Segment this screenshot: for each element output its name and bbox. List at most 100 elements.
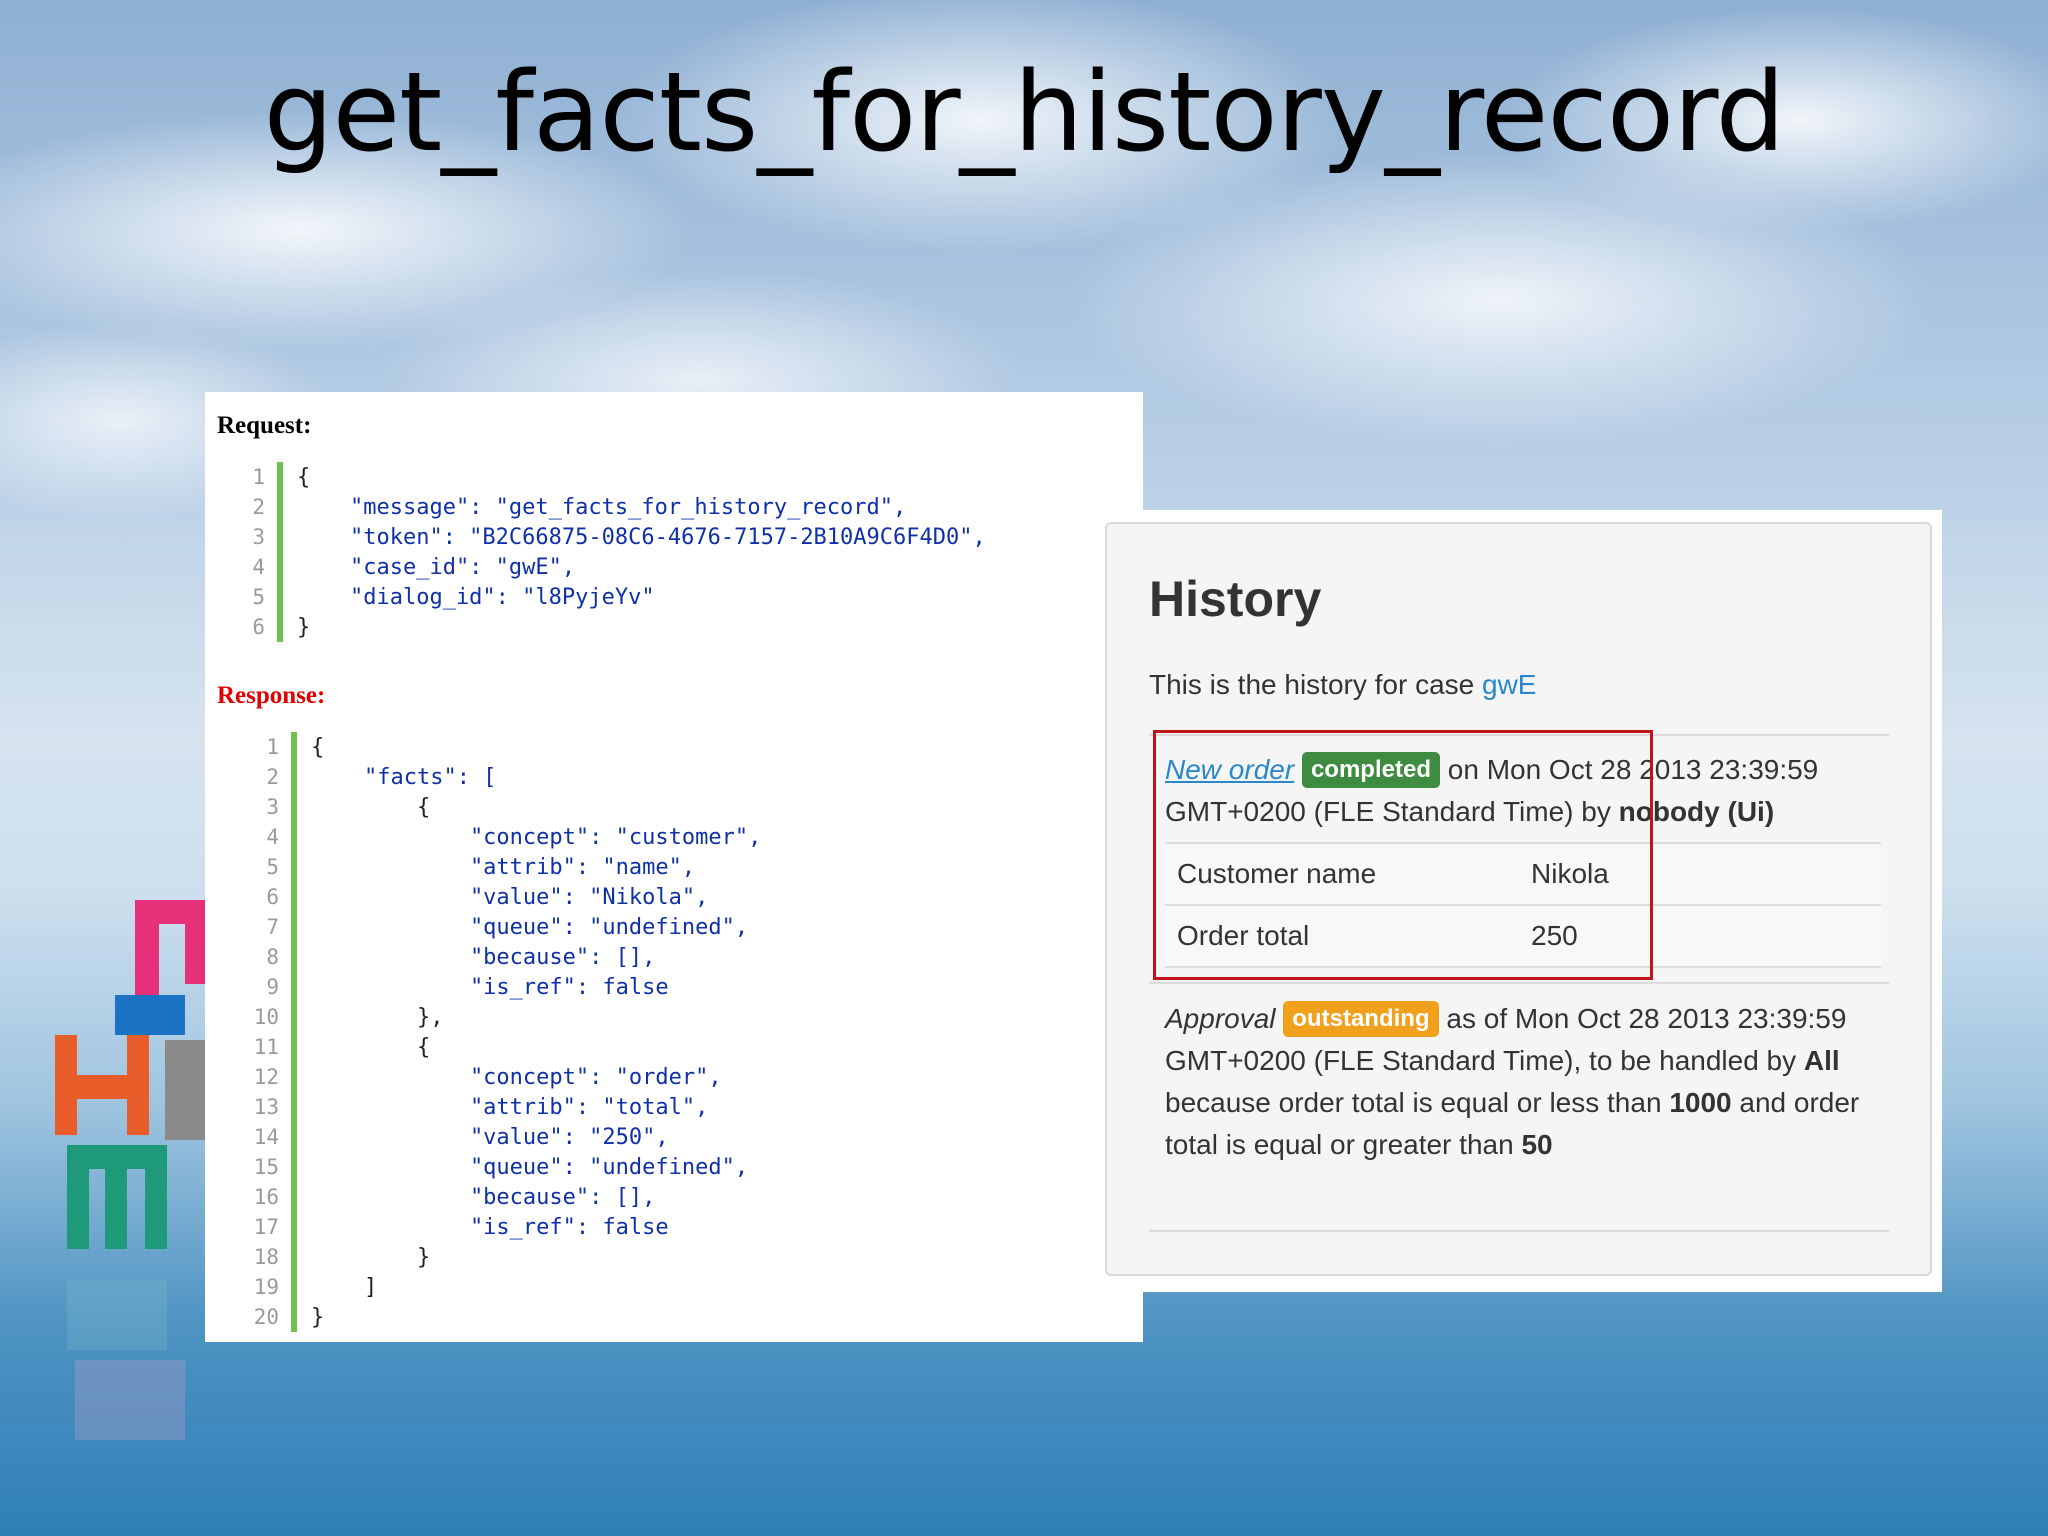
- code-text: }: [311, 1304, 325, 1330]
- code-gutter: [291, 942, 297, 972]
- divider: [1149, 982, 1889, 984]
- line-number: 3: [252, 525, 265, 549]
- code-line: 5 "dialog_id": "l8PyjeYv": [225, 582, 986, 612]
- code-gutter: [291, 882, 297, 912]
- line-number: 16: [253, 1185, 279, 1209]
- code-text: "value": "250",: [311, 1124, 669, 1150]
- code-line: 16 "because": [],: [239, 1182, 761, 1212]
- line-number: 1: [266, 735, 279, 759]
- code-line: 2 "message": "get_facts_for_history_reco…: [225, 492, 986, 522]
- line-number: 17: [253, 1215, 279, 1239]
- code-line: 3 "token": "B2C66875-08C6-4676-7157-2B10…: [225, 522, 986, 552]
- code-line: 6 "value": "Nikola",: [239, 882, 761, 912]
- line-number: 11: [253, 1035, 279, 1059]
- code-gutter: [277, 552, 283, 582]
- line-number: 2: [266, 765, 279, 789]
- code-line: 4 "case_id": "gwE",: [225, 552, 986, 582]
- code-line: 15 "queue": "undefined",: [239, 1152, 761, 1182]
- code-text: {: [311, 1034, 431, 1060]
- history-intro: This is the history for case gwE: [1149, 669, 1536, 701]
- approval-max: 1000: [1669, 1087, 1732, 1118]
- code-text: {: [311, 734, 325, 760]
- code-text: "attrib": "name",: [311, 854, 696, 880]
- logo-graphic: [55, 900, 225, 1500]
- code-gutter: [277, 462, 283, 492]
- code-text: "dialog_id": "l8PyjeYv": [297, 584, 655, 610]
- line-number: 7: [266, 915, 279, 939]
- code-line: 13 "attrib": "total",: [239, 1092, 761, 1122]
- approval-text-2: because order total is equal or less tha…: [1165, 1087, 1670, 1118]
- code-gutter: [291, 912, 297, 942]
- code-text: },: [311, 1004, 444, 1030]
- history-entry-approval: Approval outstanding as of Mon Oct 28 20…: [1165, 998, 1885, 1166]
- code-gutter: [277, 492, 283, 522]
- case-link[interactable]: gwE: [1482, 669, 1536, 700]
- code-line: 20}: [239, 1302, 761, 1332]
- line-number: 18: [253, 1245, 279, 1269]
- code-text: }: [297, 614, 311, 640]
- request-code: 1 {2 "message": "get_facts_for_history_re…: [225, 462, 986, 642]
- line-number: 12: [253, 1065, 279, 1089]
- code-line: 12 "concept": "order",: [239, 1062, 761, 1092]
- line-number: 3: [266, 795, 279, 819]
- approval-name: Approval: [1165, 1003, 1276, 1034]
- code-text: {: [297, 464, 311, 490]
- code-text: "token": "B2C66875-08C6-4676-7157-2B10A9…: [297, 524, 986, 550]
- code-text: "is_ref": false: [311, 1214, 669, 1240]
- line-number: 14: [253, 1125, 279, 1149]
- code-gutter: [291, 1062, 297, 1092]
- code-text: "because": [],: [311, 1184, 656, 1210]
- line-number: 19: [253, 1275, 279, 1299]
- divider: [1149, 1230, 1889, 1232]
- code-line: 17 "is_ref": false: [239, 1212, 761, 1242]
- line-number: 15: [253, 1155, 279, 1179]
- code-text: ]: [311, 1274, 378, 1300]
- code-gutter: [291, 1272, 297, 1302]
- line-number: 6: [252, 615, 265, 639]
- code-gutter: [277, 522, 283, 552]
- line-number: 1: [252, 465, 265, 489]
- code-gutter: [277, 582, 283, 612]
- line-number: 5: [266, 855, 279, 879]
- code-gutter: [291, 792, 297, 822]
- code-line: 1{: [239, 732, 761, 762]
- code-text: "queue": "undefined",: [311, 1154, 749, 1180]
- code-gutter: [291, 1092, 297, 1122]
- code-line: 19 ]: [239, 1272, 761, 1302]
- response-code: 1{2 "facts": [3 {4 "concept": "customer"…: [239, 732, 761, 1332]
- code-text: "case_id": "gwE",: [297, 554, 576, 580]
- code-gutter: [291, 1032, 297, 1062]
- code-text: "concept": "order",: [311, 1064, 722, 1090]
- code-gutter: [291, 762, 297, 792]
- code-gutter: [291, 972, 297, 1002]
- line-number: 4: [266, 825, 279, 849]
- code-text: "facts": [: [311, 764, 497, 790]
- line-number: 4: [252, 555, 265, 579]
- history-title: History: [1149, 571, 1322, 627]
- code-gutter: [291, 1182, 297, 1212]
- code-text: "attrib": "total",: [311, 1094, 709, 1120]
- approval-handler: All: [1803, 1045, 1840, 1076]
- code-gutter: [291, 1302, 297, 1332]
- code-line: 18 }: [239, 1242, 761, 1272]
- code-gutter: [291, 822, 297, 852]
- code-line: 7 "queue": "undefined",: [239, 912, 761, 942]
- request-label: Request:: [217, 412, 312, 439]
- code-line: 5 "attrib": "name",: [239, 852, 761, 882]
- api-code-panel: Request: 1{2 "message": "get_facts_for_h…: [205, 392, 1143, 1342]
- highlight-box: [1153, 730, 1653, 980]
- code-line: 8 "because": [],: [239, 942, 761, 972]
- line-number: 6: [266, 885, 279, 909]
- history-screenshot: History This is the history for case gwE…: [1105, 510, 1942, 1292]
- code-line: 11 {: [239, 1032, 761, 1062]
- code-text: {: [311, 794, 431, 820]
- code-gutter: [291, 1152, 297, 1182]
- line-number: 20: [253, 1305, 279, 1329]
- code-gutter: [291, 1122, 297, 1152]
- line-number: 9: [266, 975, 279, 999]
- code-line: 3 {: [239, 792, 761, 822]
- code-text: }: [311, 1244, 431, 1270]
- code-line: 9 "is_ref": false: [239, 972, 761, 1002]
- code-text: "value": "Nikola",: [311, 884, 709, 910]
- line-number: 10: [253, 1005, 279, 1029]
